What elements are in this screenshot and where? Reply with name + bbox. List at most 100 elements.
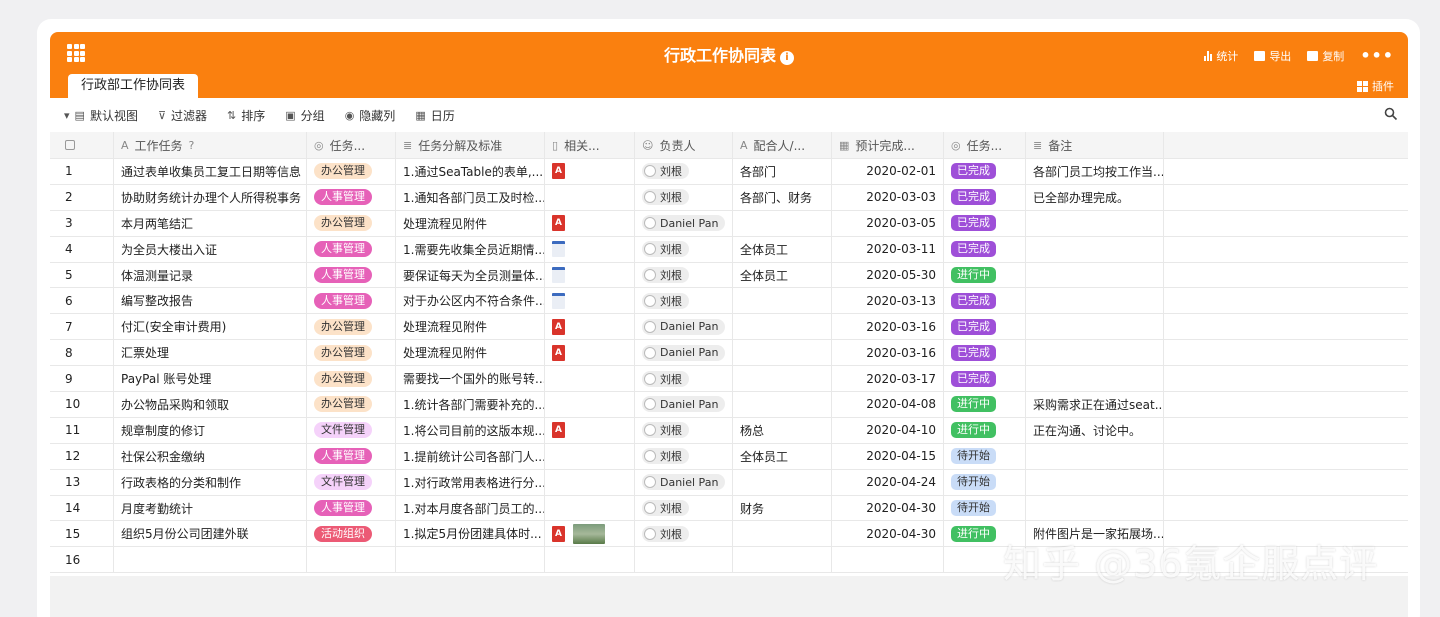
helper-cell[interactable]	[733, 288, 832, 314]
detail-cell[interactable]: 1.统计各部门需要补充的...	[396, 392, 545, 417]
table-row[interactable]: 7 付汇(安全审计费用) 办公管理 处理流程见附件 A Daniel Pan 2020-03…	[50, 314, 1408, 341]
date-cell[interactable]: 2020-04-30	[832, 495, 944, 521]
detail-cell[interactable]: 1.将公司目前的这版本规...	[396, 417, 545, 443]
helper-cell[interactable]	[733, 469, 832, 495]
file-cell[interactable]: A	[545, 314, 635, 340]
note-cell[interactable]: 已全部办理完成。	[1026, 184, 1164, 210]
detail-cell[interactable]: 1.通过SeaTable的表单,...	[396, 159, 545, 184]
table-row[interactable]: 4 为全员大楼出入证 人事管理 1.需要先收集全员近期情... 刘根 全体员工 2020-0…	[50, 236, 1408, 263]
column-header-status[interactable]: ◎ 任务...	[944, 132, 1026, 158]
column-header-owner[interactable]: ☺ 负责人	[635, 132, 733, 158]
status-cell[interactable]: 待开始	[944, 495, 1026, 521]
status-cell[interactable]: 已完成	[944, 340, 1026, 366]
column-header-helper[interactable]: A 配合人/...	[733, 132, 832, 158]
note-cell[interactable]: 各部门员工均按工作当...	[1026, 159, 1164, 184]
table-row[interactable]: 5 体温测量记录 人事管理 要保证每天为全员测量体... 刘根 全体员工 2020-05-3…	[50, 262, 1408, 289]
date-cell[interactable]: 2020-03-05	[832, 210, 944, 236]
helper-cell[interactable]	[733, 521, 832, 547]
task-cell[interactable]: 行政表格的分类和制作	[114, 469, 307, 495]
column-header-detail[interactable]: ≣ 任务分解及标准	[396, 132, 545, 158]
tab-main[interactable]: 行政部工作协同表	[68, 74, 199, 98]
date-cell[interactable]: 2020-03-03	[832, 184, 944, 210]
column-header-type[interactable]: ◎ 任务...	[307, 132, 396, 158]
helper-cell[interactable]	[733, 547, 832, 573]
type-cell[interactable]: 人事管理	[307, 443, 396, 469]
note-cell[interactable]: 采购需求正在通过seat...	[1026, 392, 1164, 417]
type-cell[interactable]: 人事管理	[307, 288, 396, 314]
owner-cell[interactable]: Daniel Pan	[635, 392, 733, 417]
file-cell[interactable]	[545, 184, 635, 210]
task-cell[interactable]: 付汇(安全审计费用)	[114, 314, 307, 340]
type-cell[interactable]: 办公管理	[307, 340, 396, 366]
document-file-icon[interactable]	[552, 292, 565, 309]
status-cell[interactable]: 进行中	[944, 262, 1026, 288]
owner-cell[interactable]: 刘根	[635, 521, 733, 547]
table-row[interactable]: 9 PayPal 账号处理 办公管理 需要找一个国外的账号转... 刘根 2020-03-…	[50, 366, 1408, 393]
date-cell[interactable]: 2020-03-13	[832, 288, 944, 314]
helper-cell[interactable]	[733, 392, 832, 417]
note-cell[interactable]	[1026, 469, 1164, 495]
table-row[interactable]: 13 行政表格的分类和制作 文件管理 1.对行政常用表格进行分... Daniel Pa…	[50, 469, 1408, 496]
status-cell[interactable]: 已完成	[944, 210, 1026, 236]
owner-cell[interactable]: 刘根	[635, 417, 733, 443]
document-file-icon[interactable]	[552, 241, 565, 258]
note-cell[interactable]	[1026, 340, 1164, 366]
task-cell[interactable]: 月度考勤统计	[114, 495, 307, 521]
document-file-icon[interactable]	[552, 267, 565, 283]
select-all-cell[interactable]	[50, 132, 114, 158]
type-cell[interactable]	[307, 547, 396, 573]
note-cell[interactable]	[1026, 210, 1164, 236]
status-cell[interactable]: 已完成	[944, 314, 1026, 340]
date-cell[interactable]: 2020-02-01	[832, 159, 944, 184]
helper-cell[interactable]: 全体员工	[733, 262, 832, 288]
owner-cell[interactable]: 刘根	[635, 443, 733, 469]
file-cell[interactable]	[545, 495, 635, 521]
help-icon[interactable]: ?	[189, 139, 195, 152]
type-cell[interactable]: 办公管理	[307, 210, 396, 236]
type-cell[interactable]: 人事管理	[307, 236, 396, 262]
detail-cell[interactable]: 要保证每天为全员测量体...	[396, 262, 545, 288]
task-cell[interactable]: 规章制度的修订	[114, 417, 307, 443]
pdf-file-icon[interactable]: A	[552, 318, 565, 335]
pdf-file-icon[interactable]: A	[552, 525, 565, 542]
helper-cell[interactable]	[733, 210, 832, 236]
task-cell[interactable]: 协助财务统计办理个人所得税事务	[114, 184, 307, 210]
helper-cell[interactable]: 各部门、财务	[733, 184, 832, 210]
helper-cell[interactable]: 各部门	[733, 159, 832, 184]
detail-cell[interactable]: 1.通知各部门员工及时检...	[396, 184, 545, 210]
file-cell[interactable]	[545, 366, 635, 392]
helper-cell[interactable]: 财务	[733, 495, 832, 521]
date-cell[interactable]: 2020-03-16	[832, 340, 944, 366]
status-cell[interactable]: 已完成	[944, 184, 1026, 210]
file-cell[interactable]: A	[545, 340, 635, 366]
owner-cell[interactable]: 刘根	[635, 184, 733, 210]
owner-cell[interactable]: 刘根	[635, 236, 733, 262]
helper-cell[interactable]	[733, 340, 832, 366]
detail-cell[interactable]: 处理流程见附件	[396, 340, 545, 366]
note-cell[interactable]	[1026, 495, 1164, 521]
pdf-file-icon[interactable]: A	[552, 163, 565, 180]
file-cell[interactable]	[545, 547, 635, 573]
date-cell[interactable]: 2020-04-24	[832, 469, 944, 495]
stats-button[interactable]: 统计	[1204, 48, 1238, 64]
note-cell[interactable]	[1026, 288, 1164, 314]
detail-cell[interactable]: 1.对本月度各部门员工的...	[396, 495, 545, 521]
detail-cell[interactable]: 1.拟定5月份团建具体时...	[396, 521, 545, 547]
group-button[interactable]: ▣ 分组	[285, 107, 324, 124]
select-all-checkbox[interactable]	[65, 140, 75, 150]
type-cell[interactable]: 人事管理	[307, 262, 396, 288]
owner-cell[interactable]: 刘根	[635, 159, 733, 184]
type-cell[interactable]: 文件管理	[307, 469, 396, 495]
hide-columns-button[interactable]: ◉ 隐藏列	[345, 107, 396, 124]
status-cell[interactable]: 已完成	[944, 366, 1026, 392]
table-row[interactable]: 8 汇票处理 办公管理 处理流程见附件 A Daniel Pan 2020-03-16 已完成	[50, 340, 1408, 367]
task-cell[interactable]: 编写整改报告	[114, 288, 307, 314]
date-cell[interactable]: 2020-03-17	[832, 366, 944, 392]
date-cell[interactable]: 2020-04-08	[832, 392, 944, 417]
date-cell[interactable]: 2020-04-15	[832, 443, 944, 469]
date-cell[interactable]: 2020-03-16	[832, 314, 944, 340]
type-cell[interactable]: 人事管理	[307, 495, 396, 521]
status-cell[interactable]: 已完成	[944, 288, 1026, 314]
table-row[interactable]: 11 规章制度的修订 文件管理 1.将公司目前的这版本规... A 刘根 杨总 2020-04…	[50, 417, 1408, 444]
task-cell[interactable]: 办公物品采购和领取	[114, 392, 307, 417]
